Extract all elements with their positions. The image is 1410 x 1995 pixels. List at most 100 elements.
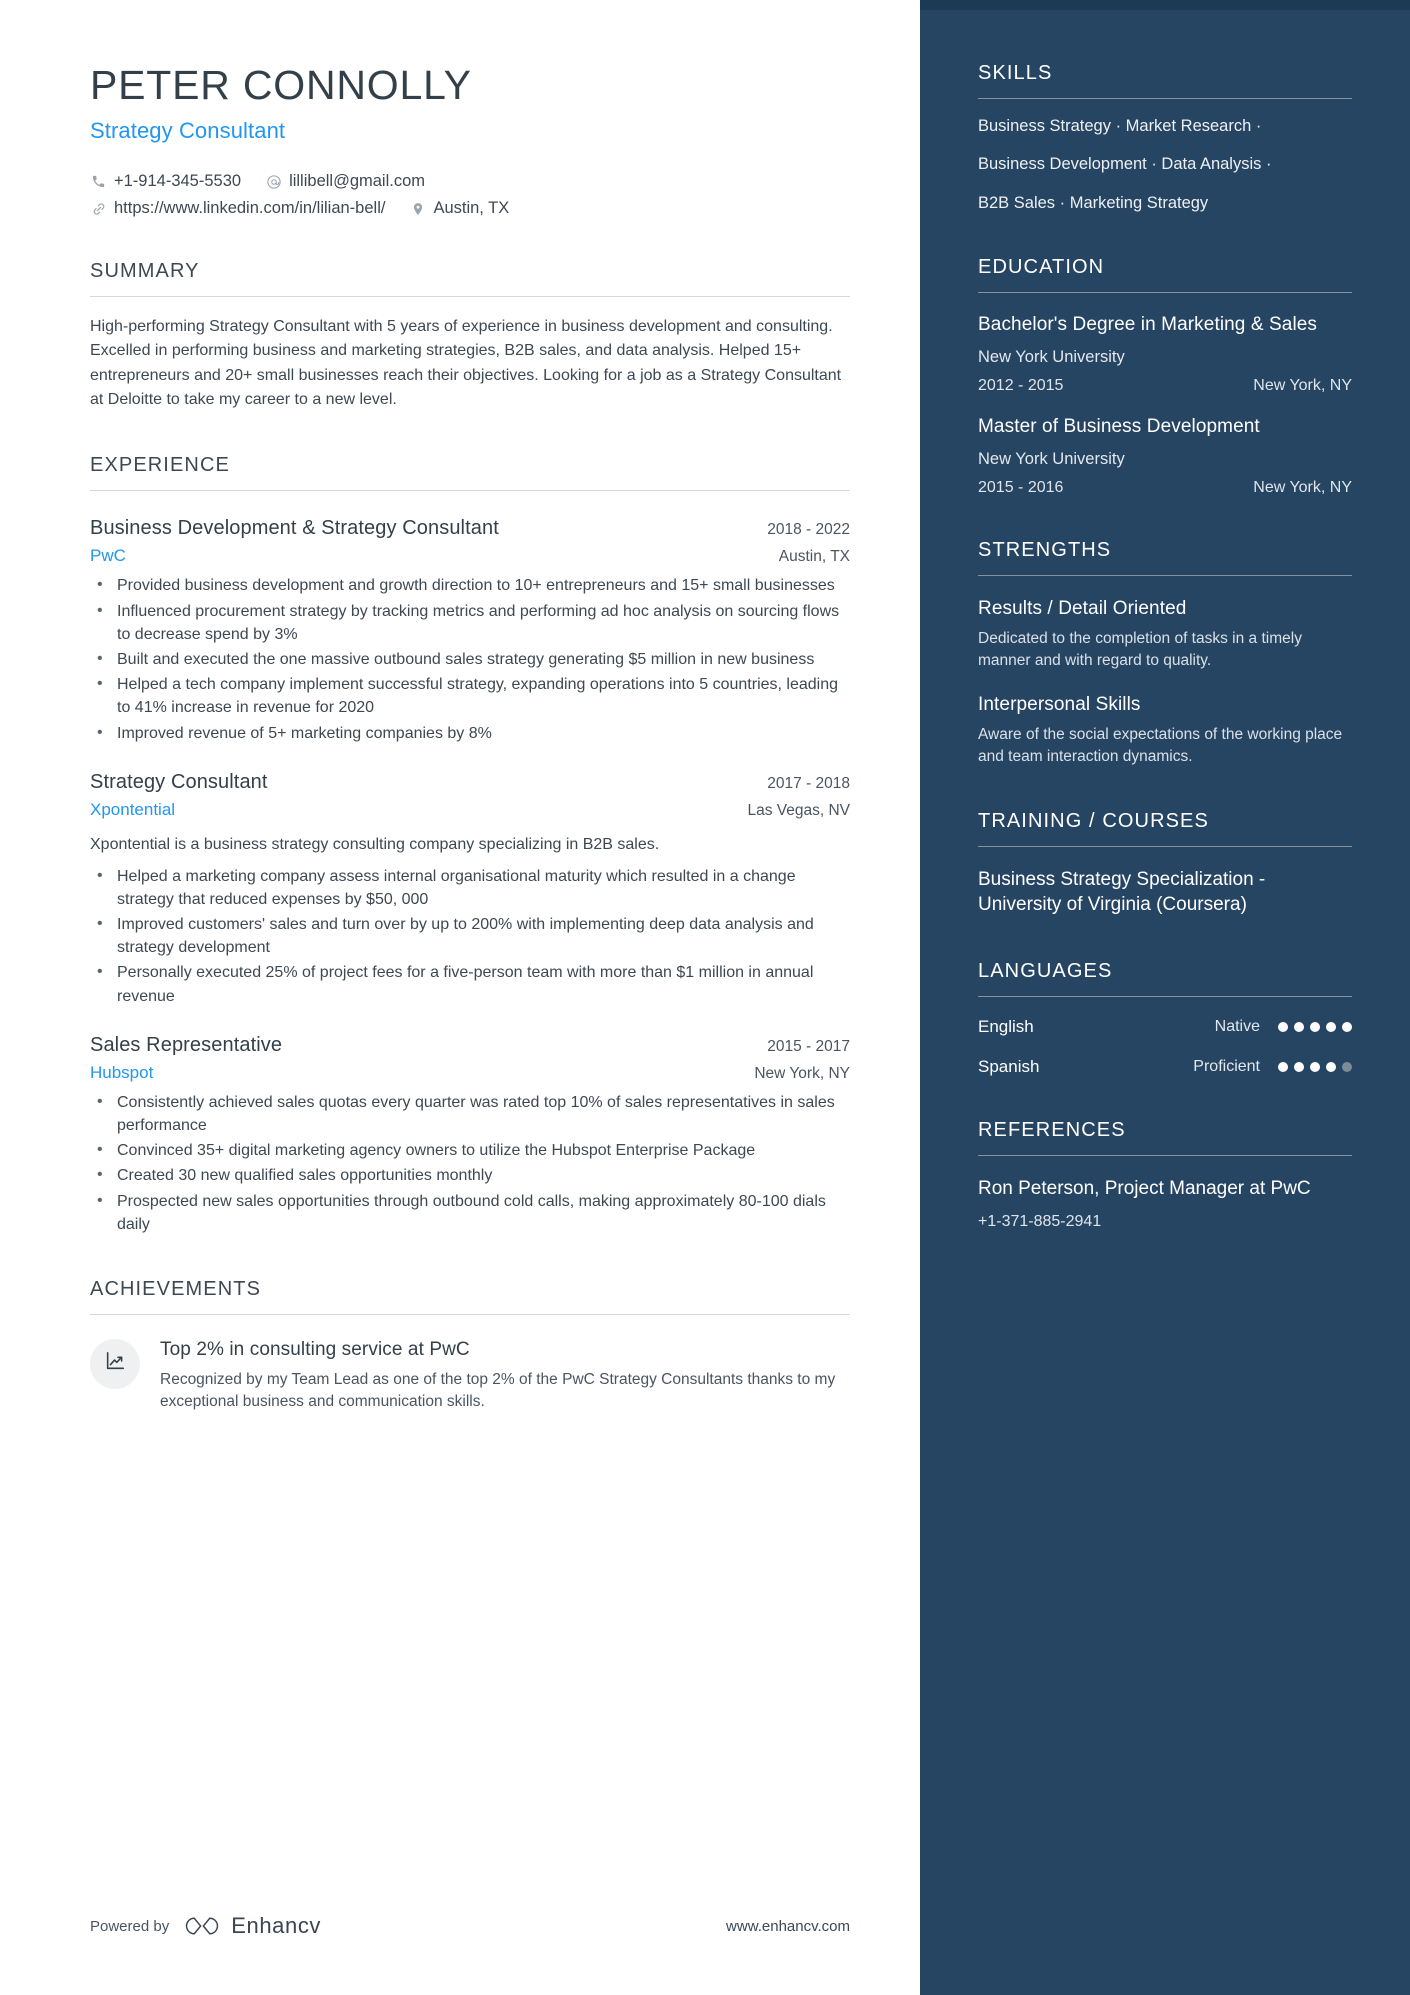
- training-section: TRAINING / COURSES Business Strategy Spe…: [978, 810, 1352, 918]
- footer: Powered by Enhancv www.enhancv.com: [90, 1913, 850, 1939]
- experience-section: EXPERIENCE Business Development & Strate…: [90, 454, 850, 1236]
- education-entry: Bachelor's Degree in Marketing & Sales N…: [978, 313, 1352, 395]
- education-meta: 2012 - 2015 New York, NY: [978, 377, 1352, 395]
- education-location: New York, NY: [1253, 478, 1352, 496]
- contact-linkedin-text: https://www.linkedin.com/in/lilian-bell/: [114, 199, 386, 218]
- language-level: Proficient: [1193, 1057, 1260, 1075]
- list-item: Influenced procurement strategy by track…: [90, 599, 850, 646]
- list-item: Helped a tech company implement successf…: [90, 672, 850, 719]
- list-item: Improved customers' sales and turn over …: [90, 912, 850, 959]
- skills-heading: SKILLS: [978, 62, 1352, 99]
- rating-dot-filled: [1294, 1061, 1304, 1072]
- strength-text: Dedicated to the completion of tasks in …: [978, 629, 1302, 669]
- languages-heading: LANGUAGES: [978, 960, 1352, 997]
- education-meta: 2015 - 2016 New York, NY: [978, 479, 1352, 497]
- rating-dot-filled: [1310, 1061, 1320, 1072]
- reference-name: Ron Peterson, Project Manager at PwC: [978, 1177, 1311, 1199]
- experience-bullets: Helped a marketing company assess intern…: [90, 864, 850, 1008]
- experience-description: Xpontential is a business strategy consu…: [90, 835, 660, 853]
- education-heading: EDUCATION: [978, 256, 1352, 294]
- contact-row-2: https://www.linkedin.com/in/lilian-bell/…: [90, 199, 850, 218]
- contact-linkedin[interactable]: https://www.linkedin.com/in/lilian-bell/: [90, 199, 385, 218]
- education-dates: 2012 - 2015: [978, 377, 1064, 394]
- experience-entry: Business Development & Strategy Consulta…: [90, 517, 850, 744]
- education-section: EDUCATION Bachelor's Degree in Marketing…: [978, 256, 1352, 496]
- experience-dates: 2018 - 2022: [767, 521, 850, 539]
- achievement-title: Top 2% in consulting service at PwC: [160, 1338, 470, 1360]
- sidebar: SKILLS Business Strategy · Market Resear…: [920, 0, 1410, 1995]
- strength-entry: Results / Detail Oriented Dedicated to t…: [978, 598, 1352, 672]
- professional-title: Strategy Consultant: [90, 118, 286, 144]
- sidebar-top-strip: [920, 0, 1410, 10]
- experience-role-line: Business Development & Strategy Consulta…: [90, 517, 850, 540]
- references-section: REFERENCES Ron Peterson, Project Manager…: [978, 1119, 1352, 1231]
- rating-dot-filled: [1278, 1061, 1288, 1072]
- experience-entry: Strategy Consultant 2017 - 2018 Xpontent…: [90, 771, 850, 1008]
- language-name: Spanish: [978, 1056, 1040, 1076]
- strengths-section: STRENGTHS Results / Detail Oriented Dedi…: [978, 539, 1352, 768]
- achievement-item: Top 2% in consulting service at PwC Reco…: [90, 1337, 850, 1414]
- main-column: PETER CONNOLLY Strategy Consultant +1-91…: [0, 0, 920, 1995]
- strength-title: Interpersonal Skills: [978, 693, 1141, 715]
- powered-by-label: Powered by: [90, 1917, 170, 1935]
- achievement-badge: [90, 1338, 140, 1389]
- education-location: New York, NY: [1253, 377, 1352, 394]
- brand-name: Enhancv: [231, 1913, 322, 1938]
- rating-dot-filled: [1342, 1021, 1352, 1032]
- education-dates: 2015 - 2016: [978, 478, 1064, 496]
- training-heading: TRAINING / COURSES: [978, 810, 1352, 847]
- enhancv-logo: Enhancv: [182, 1913, 321, 1939]
- skills-line: Business Development · Data Analysis ·: [978, 155, 1272, 174]
- reference-phone: +1-371-885-2941: [978, 1213, 1102, 1231]
- list-item: Built and executed the one massive outbo…: [90, 647, 850, 671]
- page-title: PETER CONNOLLY: [90, 62, 472, 108]
- contact-row-1: +1-914-345-5530 lillibell@gmail.com: [90, 172, 850, 191]
- reference-entry: Ron Peterson, Project Manager at PwC +1-…: [978, 1176, 1352, 1231]
- experience-location: Austin, TX: [778, 548, 850, 566]
- rating-dot-filled: [1278, 1021, 1288, 1032]
- resume-page: PETER CONNOLLY Strategy Consultant +1-91…: [0, 0, 1410, 1995]
- contact-email-text: lillibell@gmail.com: [289, 172, 426, 191]
- growth-chart-icon: [104, 1350, 126, 1377]
- rating-dot-filled: [1326, 1061, 1336, 1072]
- experience-location: New York, NY: [754, 1064, 850, 1082]
- summary-text: High-performing Strategy Consultant with…: [90, 318, 842, 409]
- experience-company[interactable]: Xpontential: [90, 800, 175, 820]
- list-item: Helped a marketing company assess intern…: [90, 864, 850, 911]
- skills-line: Business Strategy · Market Research ·: [978, 117, 1262, 135]
- contact-phone[interactable]: +1-914-345-5530: [90, 172, 241, 191]
- rating-dot-filled: [1326, 1021, 1336, 1032]
- experience-role: Strategy Consultant: [90, 770, 268, 793]
- strength-text: Aware of the social expectations of the …: [978, 725, 1343, 765]
- achievement-text: Recognized by my Team Lead as one of the…: [160, 1370, 836, 1411]
- languages-section: LANGUAGES English Native Spanish Profici…: [978, 960, 1352, 1077]
- strength-title: Results / Detail Oriented: [978, 597, 1187, 619]
- experience-company[interactable]: PwC: [90, 546, 126, 566]
- contact-location-text: Austin, TX: [433, 199, 510, 218]
- email-icon: [265, 173, 282, 190]
- list-item: Provided business development and growth…: [90, 573, 850, 597]
- experience-role-line: Sales Representative 2015 - 2017: [90, 1034, 850, 1057]
- experience-dates: 2015 - 2017: [767, 1037, 850, 1055]
- language-name: English: [978, 1016, 1034, 1036]
- experience-company-line: PwC Austin, TX: [90, 546, 850, 566]
- experience-role: Sales Representative: [90, 1033, 283, 1056]
- summary-heading: SUMMARY: [90, 260, 850, 298]
- list-item: Improved revenue of 5+ marketing compani…: [90, 721, 850, 745]
- language-rating-dots: [1278, 1061, 1352, 1072]
- contact-block: +1-914-345-5530 lillibell@gmail.com http…: [90, 172, 850, 218]
- infinity-logo-icon: [186, 1917, 219, 1935]
- experience-bullets: Provided business development and growth…: [90, 573, 850, 745]
- experience-company-line: Hubspot New York, NY: [90, 1063, 850, 1083]
- education-degree: Master of Business Development: [978, 416, 1260, 437]
- experience-location: Las Vegas, NV: [747, 801, 850, 819]
- experience-heading: EXPERIENCE: [90, 454, 850, 492]
- contact-email[interactable]: lillibell@gmail.com: [265, 172, 425, 191]
- list-item: Personally executed 25% of project fees …: [90, 960, 850, 1007]
- experience-company-line: Xpontential Las Vegas, NV: [90, 800, 850, 820]
- link-icon: [90, 200, 107, 217]
- experience-company[interactable]: Hubspot: [90, 1063, 153, 1083]
- education-entry: Master of Business Development New York …: [978, 415, 1352, 497]
- footer-url[interactable]: www.enhancv.com: [726, 1918, 850, 1935]
- list-item: Convinced 35+ digital marketing agency o…: [90, 1138, 850, 1162]
